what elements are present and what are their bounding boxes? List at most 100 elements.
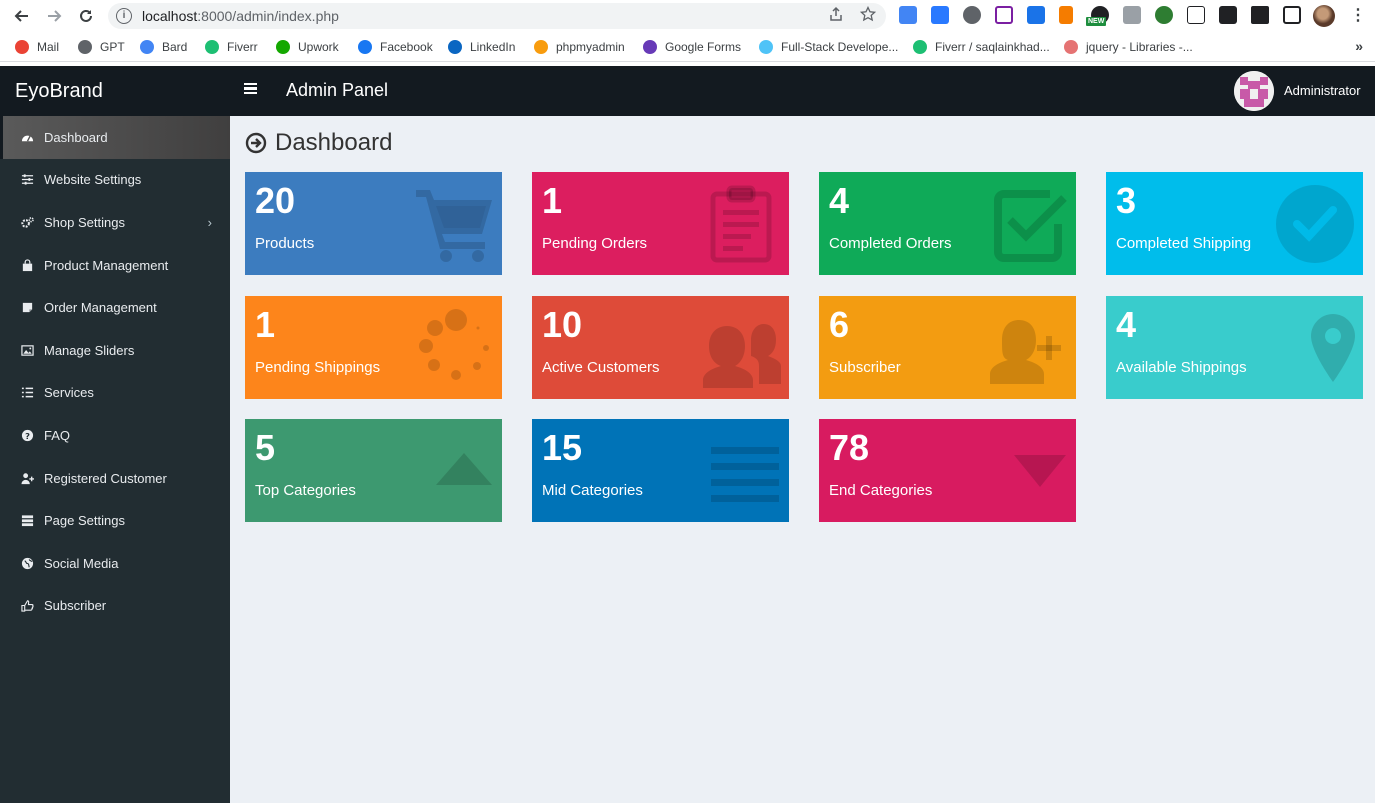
sidebar-item-label: Registered Customer bbox=[44, 470, 167, 486]
sidebar-item-product-management[interactable]: Product Management bbox=[0, 244, 230, 287]
cart-icon bbox=[416, 190, 492, 262]
sidebar-item-social-media[interactable]: Social Media bbox=[0, 542, 230, 585]
sidebar-item-order-management[interactable]: Order Management bbox=[0, 286, 230, 329]
list-icon bbox=[21, 386, 34, 399]
stat-card-mid-categories[interactable]: 15 Mid Categories bbox=[532, 419, 789, 522]
google-forms-icon bbox=[643, 40, 657, 54]
top-navbar: Admin Panel Administrator bbox=[230, 66, 1375, 116]
fiverr-icon bbox=[205, 40, 219, 54]
admin-app: EyoBrand Dashboard Website Settings Shop… bbox=[0, 66, 1375, 803]
translate-extension-icon[interactable] bbox=[899, 6, 917, 24]
sidebar-item-dashboard[interactable]: Dashboard bbox=[0, 116, 230, 159]
stat-card-pending-shippings[interactable]: 1 Pending Shippings bbox=[245, 296, 502, 399]
sidebar-item-label: Page Settings bbox=[44, 513, 125, 529]
chevron-right-icon[interactable]: › bbox=[208, 215, 212, 230]
new-badge: NEW bbox=[1086, 17, 1107, 26]
bookmark-item[interactable]: Mail bbox=[15, 39, 59, 55]
extension-x-icon[interactable] bbox=[1219, 6, 1237, 24]
bookmark-item[interactable]: Full-Stack Develope... bbox=[759, 39, 898, 55]
stat-card-end-categories[interactable]: 78 End Categories bbox=[819, 419, 1076, 522]
sidebar-item-shop-settings[interactable]: Shop Settings › bbox=[0, 201, 230, 244]
linkedin-icon bbox=[448, 40, 462, 54]
chatgpt-icon bbox=[78, 40, 92, 54]
extension-hourglass-icon[interactable] bbox=[1059, 6, 1073, 24]
bookmark-item[interactable]: jquery - Libraries -... bbox=[1064, 39, 1193, 55]
stat-card-subscriber[interactable]: 6 Subscriber bbox=[819, 296, 1076, 399]
json-extension-icon[interactable] bbox=[1187, 6, 1205, 24]
browser-toolbar: i localhost:8000/admin/index.php NEW ⋮ bbox=[0, 0, 1375, 32]
sliders-icon bbox=[21, 173, 34, 186]
stat-card-completed-orders[interactable]: 4 Completed Orders bbox=[819, 172, 1076, 275]
address-bar[interactable]: i localhost:8000/admin/index.php bbox=[108, 3, 886, 29]
user-plus-icon bbox=[990, 320, 1061, 384]
profile-avatar[interactable] bbox=[1313, 5, 1335, 27]
bookmarks-bar: Mail GPT Bard Fiverr Upwork Facebook Lin… bbox=[0, 32, 1375, 62]
bookmark-item[interactable]: phpmyadmin bbox=[534, 39, 625, 55]
bookmark-item[interactable]: Google Forms bbox=[643, 39, 741, 55]
extension-phone-icon[interactable] bbox=[1027, 6, 1045, 24]
facebook-icon bbox=[358, 40, 372, 54]
bookmark-item[interactable]: Bard bbox=[140, 39, 187, 55]
bookmark-item[interactable]: LinkedIn bbox=[448, 39, 515, 55]
sidebar-item-label: Subscriber bbox=[44, 598, 107, 614]
puzzle-icon[interactable] bbox=[1251, 6, 1269, 24]
user-avatar[interactable] bbox=[1234, 71, 1274, 111]
stat-card-completed-shipping[interactable]: 3 Completed Shipping bbox=[1106, 172, 1363, 275]
users-icon bbox=[703, 324, 781, 388]
user-name[interactable]: Administrator bbox=[1284, 83, 1361, 98]
sidebar-item-faq[interactable]: ? FAQ bbox=[0, 414, 230, 457]
stat-value: 15 bbox=[542, 427, 583, 468]
forward-icon[interactable] bbox=[42, 4, 66, 28]
hand-pointer-icon bbox=[21, 599, 34, 612]
hamburger-menu-icon[interactable] bbox=[244, 83, 257, 94]
bookmark-star-icon[interactable] bbox=[858, 5, 878, 26]
bookmark-item[interactable]: GPT bbox=[78, 39, 125, 55]
sticky-note-icon bbox=[21, 301, 34, 314]
side-panel-icon[interactable] bbox=[1283, 6, 1301, 24]
stat-card-top-categories[interactable]: 5 Top Categories bbox=[245, 419, 502, 522]
sidebar-item-page-settings[interactable]: Page Settings bbox=[0, 499, 230, 542]
more-menu-icon[interactable]: ⋮ bbox=[1350, 5, 1366, 25]
brand-logo[interactable]: EyoBrand bbox=[0, 66, 230, 116]
extension-3d-icon[interactable] bbox=[995, 6, 1013, 24]
dashboard-icon bbox=[21, 131, 34, 144]
extension-fi-icon[interactable] bbox=[931, 6, 949, 24]
extension-circle-icon[interactable] bbox=[963, 6, 981, 24]
camera-extension-icon[interactable] bbox=[1123, 6, 1141, 24]
sidebar-item-website-settings[interactable]: Website Settings bbox=[0, 159, 230, 202]
arrow-circle-right-icon bbox=[245, 132, 267, 154]
sidebar-item-manage-sliders[interactable]: Manage Sliders bbox=[0, 329, 230, 372]
bookmark-item[interactable]: Upwork bbox=[276, 39, 339, 55]
stat-card-available-shippings[interactable]: 4 Available Shippings bbox=[1106, 296, 1363, 399]
caret-up-icon bbox=[436, 453, 492, 485]
stat-card-products[interactable]: 20 Products bbox=[245, 172, 502, 275]
stat-value: 4 bbox=[829, 180, 850, 221]
check-square-icon bbox=[994, 190, 1067, 262]
bookmark-item[interactable]: Facebook bbox=[358, 39, 433, 55]
sidebar-item-label: Dashboard bbox=[44, 129, 108, 145]
share-icon[interactable] bbox=[826, 6, 846, 26]
reload-icon[interactable] bbox=[74, 4, 98, 28]
tasks-icon bbox=[21, 514, 34, 527]
info-icon[interactable]: i bbox=[116, 8, 132, 24]
stat-value: 1 bbox=[542, 180, 563, 221]
back-icon[interactable] bbox=[10, 4, 34, 28]
sidebar-item-services[interactable]: Services bbox=[0, 372, 230, 415]
sidebar-item-label: Order Management bbox=[44, 300, 157, 316]
globe-extension-icon[interactable] bbox=[1155, 6, 1173, 24]
stat-card-pending-orders[interactable]: 1 Pending Orders bbox=[532, 172, 789, 275]
bookmark-item[interactable]: Fiverr / saqlainkhad... bbox=[913, 39, 1050, 55]
clipboard-icon bbox=[710, 185, 772, 263]
sidebar-item-subscriber[interactable]: Subscriber bbox=[0, 585, 230, 628]
stat-value: 6 bbox=[829, 304, 850, 345]
sidebar-item-registered-customer[interactable]: Registered Customer bbox=[0, 457, 230, 500]
gmail-icon bbox=[15, 40, 29, 54]
stat-card-active-customers[interactable]: 10 Active Customers bbox=[532, 296, 789, 399]
bookmarks-overflow-icon[interactable]: » bbox=[1355, 38, 1363, 54]
stat-value: 20 bbox=[255, 180, 296, 221]
globe-icon bbox=[21, 557, 34, 570]
shopping-bag-icon bbox=[21, 258, 34, 272]
stat-label: Top Categories bbox=[255, 482, 356, 499]
phpmyadmin-icon bbox=[534, 40, 548, 54]
bookmark-item[interactable]: Fiverr bbox=[205, 39, 258, 55]
